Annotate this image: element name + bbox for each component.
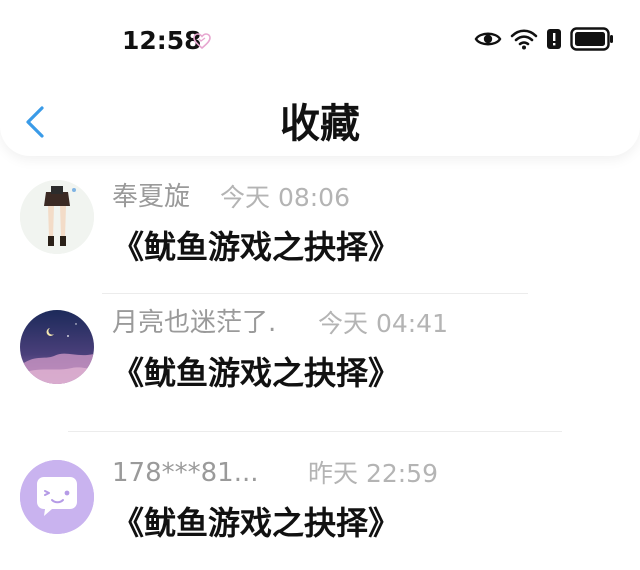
list-item[interactable]: 月亮也迷茫了. 今天 04:41 《鱿鱼游戏之抉择》	[0, 294, 640, 432]
sender-name: 奉夏旋	[112, 182, 191, 212]
favorite-title: 《鱿鱼游戏之抉择》	[112, 228, 401, 266]
night-sky-avatar	[20, 310, 94, 384]
wifi-icon	[510, 29, 538, 50]
alert-icon	[547, 29, 561, 49]
timestamp: 今天 04:41	[318, 309, 448, 338]
status-icons	[474, 27, 614, 51]
avatar[interactable]	[20, 460, 94, 534]
heart-icon	[193, 33, 211, 50]
battery-icon	[570, 27, 613, 51]
list-item[interactable]: 178***81... 昨天 22:59 《鱿鱼游戏之抉择》	[0, 432, 640, 570]
girl-illustration-avatar	[20, 180, 94, 254]
timestamp: 今天 08:06	[220, 183, 350, 212]
avatar[interactable]	[20, 180, 94, 254]
favorite-title: 《鱿鱼游戏之抉择》	[112, 504, 401, 542]
eye-icon	[474, 32, 502, 46]
page-title: 收藏	[280, 101, 360, 147]
sender-name: 月亮也迷茫了.	[112, 308, 277, 338]
avatar[interactable]	[20, 310, 94, 384]
status-time: 12:58	[122, 26, 202, 55]
timestamp: 昨天 22:59	[308, 459, 438, 488]
app-header: 12:58 收藏	[0, 0, 640, 156]
chat-bubble-wink-avatar	[20, 460, 94, 534]
list-item[interactable]: 奉夏旋 今天 08:06 《鱿鱼游戏之抉择》	[0, 156, 640, 294]
sender-name: 178***81...	[112, 458, 259, 488]
favorite-title: 《鱿鱼游戏之抉择》	[112, 354, 401, 392]
favorites-list: 奉夏旋 今天 08:06 《鱿鱼游戏之抉择》 月亮也迷茫了. 今天 04:41 …	[0, 156, 640, 570]
